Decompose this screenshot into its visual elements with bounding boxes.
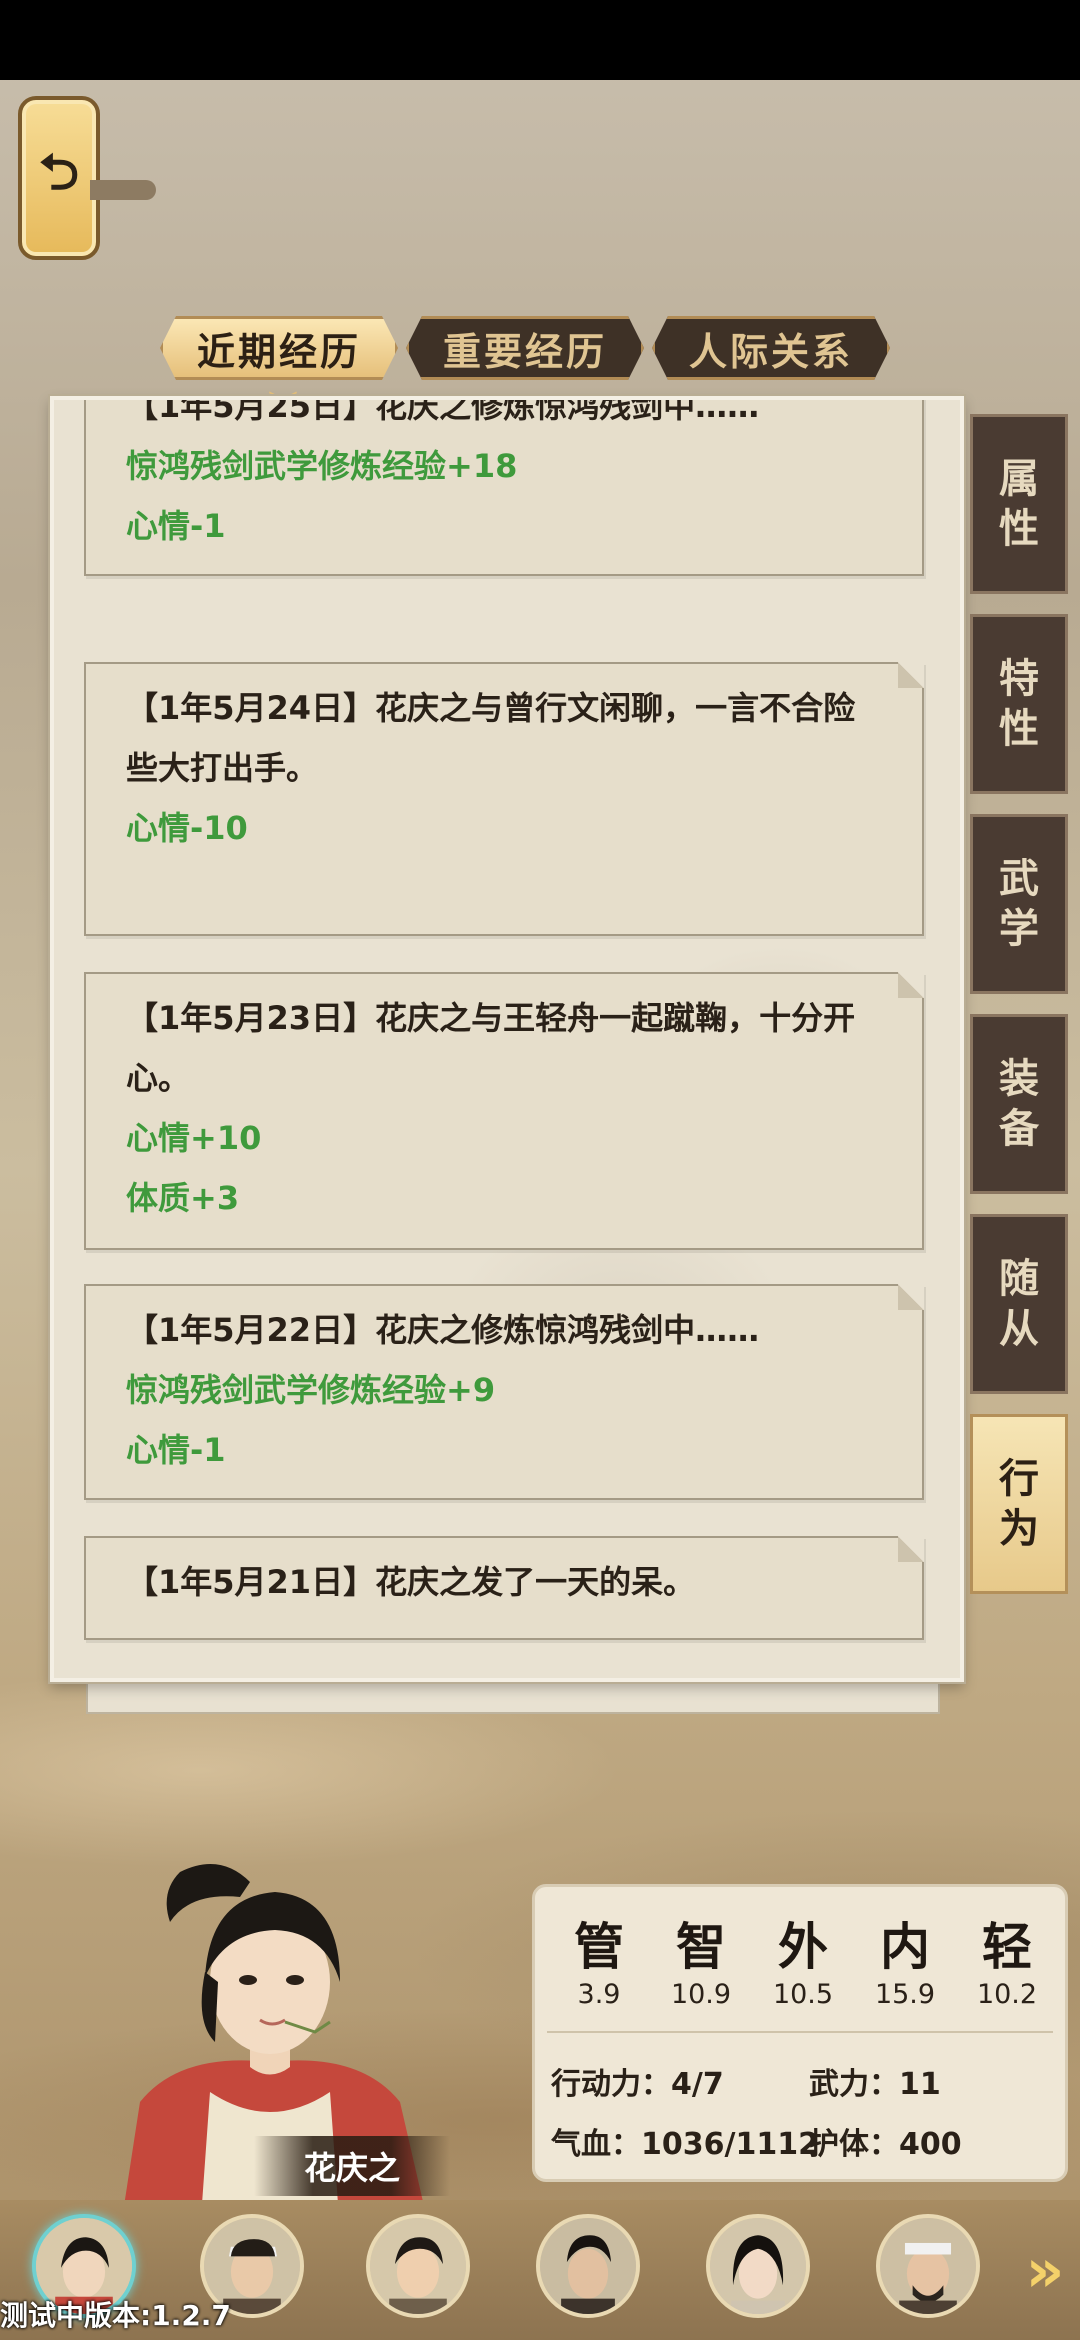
entry-header: 【1年5月25日】花庆之修炼惊鸿残剑中…… [126, 396, 760, 425]
record-tabs: 近期经历 重要经历 人际关系 [160, 316, 890, 386]
attr-intelligence: 智 10.9 [670, 1917, 732, 2010]
side-tab-behavior[interactable]: 行为 [970, 1414, 1068, 1594]
list-item: 【1年5月24日】花庆之与曾行文闲聊，一言不合险 些大打出手。 心情-10 [84, 662, 924, 936]
back-button-scroll-rod [90, 180, 156, 200]
attr-internal: 内 15.9 [874, 1917, 936, 2010]
double-chevron-right-icon[interactable]: » [1010, 2236, 1080, 2306]
entry-text: 花庆之与王轻舟一起蹴鞠，十分开 [375, 999, 856, 1037]
entry-date: 【1年5月22日】 [126, 1311, 376, 1349]
stats-divider [547, 2031, 1053, 2033]
list-item: 【1年5月21日】花庆之发了一天的呆。 [84, 1536, 924, 1640]
list-item: 【1年5月23日】花庆之与王轻舟一起蹴鞠，十分开 心。 心情+10 体质+3 [84, 972, 924, 1250]
entry-text: 心。 [126, 1059, 191, 1097]
entry-effect: 惊鸿残剑武学修炼经验+18 [126, 447, 518, 485]
action-points: 行动力：4/7 [551, 2067, 724, 2102]
entry-text: 花庆之发了一天的呆。 [375, 1563, 696, 1601]
hp-value: 气血：1036/1112 [551, 2127, 819, 2162]
avatar[interactable] [536, 2214, 640, 2318]
entry-date: 【1年5月21日】 [126, 1563, 376, 1601]
entry-effect: 心情-1 [126, 507, 226, 545]
experience-panel[interactable]: 【1年5月25日】花庆之修炼惊鸿残剑中…… 惊鸿残剑武学修炼经验+18 心情-1… [50, 396, 964, 1682]
tab-relationships[interactable]: 人际关系 [652, 316, 890, 380]
status-bar [0, 0, 1080, 80]
entry-text: 花庆之与曾行文闲聊，一言不合险 [375, 689, 856, 727]
entry-effect: 心情-10 [126, 809, 248, 847]
stats-panel: 管 3.9 智 10.9 外 10.5 内 15.9 轻 10.2 行动力：4/7 武力：… [532, 1884, 1068, 2182]
entry-effect: 心情+10 [126, 1119, 262, 1157]
avatar[interactable] [366, 2214, 470, 2318]
armor-value: 护体：400 [809, 2127, 962, 2162]
tab-important-experience[interactable]: 重要经历 [406, 316, 644, 380]
version-label: 测试中版本:1.2.7 [0, 2299, 231, 2332]
list-item: 【1年5月22日】花庆之修炼惊鸿残剑中…… 惊鸿残剑武学修炼经验+9 心情-1 [84, 1284, 924, 1500]
attr-management: 管 3.9 [574, 1917, 624, 2010]
entry-text: 花庆之修炼惊鸿残剑中…… [375, 1311, 760, 1349]
character-name: 花庆之 [254, 2136, 450, 2196]
entry-effect: 体质+3 [126, 1179, 240, 1217]
side-tab-martial-arts[interactable]: 武学 [970, 814, 1068, 994]
attr-external: 外 10.5 [772, 1917, 834, 2010]
back-button[interactable]: ⮌ [18, 96, 100, 260]
entry-date: 【1年5月23日】 [126, 999, 376, 1037]
entry-effect: 惊鸿残剑武学修炼经验+9 [126, 1371, 496, 1409]
side-tab-equipment[interactable]: 装备 [970, 1014, 1068, 1194]
attr-agility: 轻 10.2 [976, 1917, 1038, 2010]
avatar[interactable] [706, 2214, 810, 2318]
entry-effect: 心情-1 [126, 1431, 226, 1469]
side-tab-attributes[interactable]: 属性 [970, 414, 1068, 594]
avatar[interactable] [876, 2214, 980, 2318]
list-item: 【1年5月25日】花庆之修炼惊鸿残剑中…… 惊鸿残剑武学修炼经验+18 心情-1 [84, 396, 924, 576]
entry-date: 【1年5月24日】 [126, 689, 376, 727]
tab-recent-experience[interactable]: 近期经历 [160, 316, 398, 380]
side-tab-followers[interactable]: 随从 [970, 1214, 1068, 1394]
force-value: 武力：11 [809, 2067, 941, 2102]
back-arrow-icon: ⮌ [38, 142, 80, 201]
entry-text: 些大打出手。 [126, 749, 319, 787]
side-tab-traits[interactable]: 特性 [970, 614, 1068, 794]
